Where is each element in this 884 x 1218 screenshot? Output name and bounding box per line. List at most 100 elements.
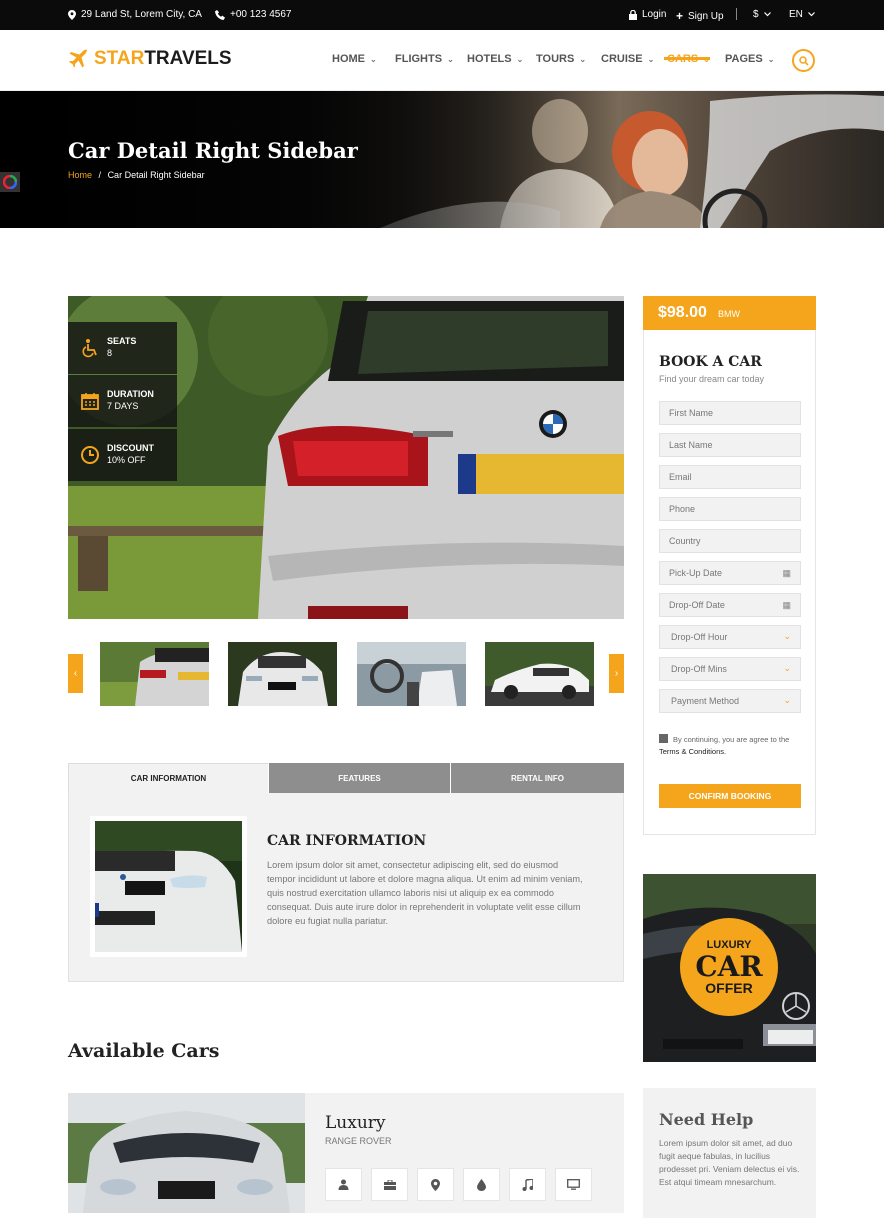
- color-switcher-button[interactable]: [0, 172, 20, 192]
- thumbnail-side[interactable]: [485, 642, 594, 706]
- price-value: $98.00: [658, 304, 707, 321]
- thumbs-next-button[interactable]: ›: [609, 654, 624, 693]
- field-placeholder: Payment Method: [671, 696, 740, 706]
- airplane-icon: [69, 49, 87, 68]
- feature-label: SEATS: [107, 336, 137, 346]
- terms-link[interactable]: Terms & Conditions.: [659, 747, 726, 756]
- music-icon: [522, 1178, 533, 1191]
- thumbnail-front[interactable]: [228, 642, 337, 706]
- offer-line2: CAR: [695, 950, 763, 983]
- brand-part1: STAR: [94, 48, 145, 69]
- breadcrumb-home[interactable]: Home: [68, 170, 92, 180]
- thumbnail-rear[interactable]: [100, 642, 209, 706]
- breadcrumb: Home / Car Detail Right Sidebar: [68, 170, 205, 180]
- search-icon: [798, 55, 809, 66]
- page-title: Car Detail Right Sidebar: [68, 138, 358, 163]
- mercedes-offer-image: LUXURY CAR OFFER: [643, 874, 816, 1062]
- chevron-down-icon: ⌄: [516, 54, 524, 64]
- nav-home[interactable]: HOME ⌄: [332, 53, 377, 65]
- country-field[interactable]: Country: [659, 529, 801, 553]
- currency-select[interactable]: $: [753, 9, 771, 20]
- brand-part2: TRAVELS: [144, 48, 232, 69]
- chevron-left-icon: ‹: [73, 668, 78, 679]
- tab-rental-info[interactable]: RENTAL INFO: [451, 763, 624, 793]
- field-placeholder: First Name: [669, 408, 714, 418]
- tab-panel: CAR INFORMATION Lorem ipsum dolor sit am…: [68, 793, 624, 982]
- pickup-date-field[interactable]: Pick-Up Date ▦: [659, 561, 801, 585]
- panel-text: Lorem ipsum dolor sit amet, consectetur …: [267, 860, 583, 926]
- calendar-icon: [81, 393, 99, 410]
- amenity-gps: [417, 1168, 454, 1201]
- field-placeholder: Country: [669, 536, 701, 546]
- amenity-luggage: [371, 1168, 408, 1201]
- car-side-thumbnail: [485, 642, 594, 706]
- dropoff-mins-select[interactable]: Drop-Off Mins ⌄: [659, 657, 801, 681]
- signup-link[interactable]: + Sign Up: [676, 9, 724, 23]
- fuel-drop-icon: [477, 1178, 486, 1191]
- user-icon: [338, 1179, 349, 1190]
- field-placeholder: Drop-Off Date: [669, 600, 725, 610]
- brand-logo[interactable]: STARTRAVELS: [68, 48, 232, 70]
- feature-label: DISCOUNT: [107, 443, 154, 453]
- field-placeholder: Email: [669, 472, 692, 482]
- booking-title: BOOK A CAR: [659, 354, 762, 370]
- confirm-booking-button[interactable]: CONFIRM BOOKING: [659, 784, 801, 808]
- clock-icon: [81, 446, 99, 464]
- map-pin-icon: [68, 9, 76, 20]
- chevron-down-icon: ⌄: [783, 663, 791, 673]
- available-cars-title: Available Cars: [68, 1040, 220, 1062]
- thumbnail-interior[interactable]: [357, 642, 466, 706]
- car-interior-thumbnail: [357, 642, 466, 706]
- thumbs-prev-button[interactable]: ‹: [68, 654, 83, 693]
- nav-hotels[interactable]: HOTELS ⌄: [467, 53, 523, 65]
- tab-label: FEATURES: [338, 773, 381, 783]
- car-card[interactable]: Luxury RANGE ROVER: [68, 1093, 624, 1213]
- dropoff-hour-select[interactable]: Drop-Off Hour ⌄: [659, 625, 801, 649]
- nav-label: CRUISE: [601, 53, 643, 65]
- chevron-down-icon: ⌄: [579, 54, 587, 64]
- dropoff-date-field[interactable]: Drop-Off Date ▦: [659, 593, 801, 617]
- chevron-down-icon: ⌄: [647, 54, 655, 64]
- chevron-down-icon: ⌄: [447, 54, 454, 64]
- feature-discount: DISCOUNT 10% OFF: [68, 429, 177, 481]
- login-link[interactable]: Login: [629, 9, 666, 20]
- price-unit: BMW: [718, 309, 740, 319]
- nav-label: FLIGHTS: [395, 53, 443, 65]
- car-front-thumbnail: [228, 642, 337, 706]
- currency-value: $: [753, 9, 759, 20]
- need-help-widget: Need Help Lorem ipsum dolor sit amet, ad…: [643, 1088, 816, 1218]
- tab-features[interactable]: FEATURES: [269, 763, 450, 793]
- email-field[interactable]: Email: [659, 465, 801, 489]
- phone-info: +00 123 4567: [215, 9, 291, 20]
- chevron-down-icon: ⌄: [783, 695, 791, 705]
- luxury-car-offer-banner[interactable]: LUXURY CAR OFFER: [643, 874, 816, 1062]
- nav-pages[interactable]: PAGES ⌄: [725, 53, 774, 65]
- range-rover-photo: [68, 1093, 305, 1213]
- field-placeholder: Drop-Off Mins: [671, 664, 727, 674]
- main-header: STARTRAVELS HOME ⌄ FLIGHTS ⌄ HOTELS ⌄ TOURS…: [0, 30, 884, 91]
- first-name-field[interactable]: First Name: [659, 401, 801, 425]
- nav-tours[interactable]: TOURS ⌄: [536, 53, 586, 65]
- plus-icon: +: [676, 9, 684, 23]
- last-name-field[interactable]: Last Name: [659, 433, 801, 457]
- help-title: Need Help: [659, 1110, 754, 1129]
- payment-method-select[interactable]: Payment Method ⌄: [659, 689, 801, 713]
- accessibility-icon: [82, 339, 97, 358]
- terms-checkbox[interactable]: [659, 734, 668, 743]
- chevron-right-icon: ›: [614, 668, 619, 679]
- car-rear-thumbnail: [100, 642, 209, 706]
- top-bar: 29 Land St, Lorem City, CA +00 123 4567 …: [0, 0, 884, 30]
- nav-flights[interactable]: FLIGHTS ⌄: [395, 53, 454, 65]
- chevron-down-icon: [763, 12, 771, 17]
- topbar-divider: [736, 8, 737, 20]
- feature-value: 8: [107, 348, 113, 358]
- phone-field[interactable]: Phone: [659, 497, 801, 521]
- feature-value: 7 DAYS: [107, 401, 139, 411]
- search-button[interactable]: [792, 49, 815, 72]
- nav-label: TOURS: [536, 53, 575, 65]
- nav-cruise[interactable]: CRUISE ⌄: [601, 53, 654, 65]
- tab-car-information[interactable]: CAR INFORMATION: [68, 763, 268, 793]
- language-select[interactable]: EN: [789, 9, 815, 20]
- language-value: EN: [789, 9, 803, 20]
- address-info: 29 Land St, Lorem City, CA: [68, 9, 202, 20]
